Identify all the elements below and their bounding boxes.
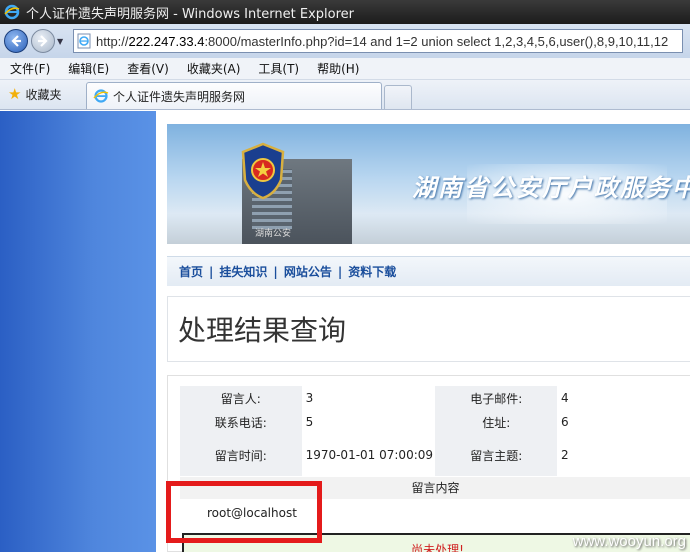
- nav-download-link[interactable]: 资料下载: [348, 263, 396, 280]
- favorites-button[interactable]: ★ 收藏夹: [0, 79, 80, 109]
- nav-separator: |: [273, 264, 278, 279]
- table-row: 联系电话: 5 住址: 6: [180, 410, 690, 434]
- page-title: 处理结果查询: [178, 314, 347, 347]
- left-margin: [156, 111, 166, 552]
- url-text: http://222.247.33.4:8000/masterInfo.php?…: [96, 33, 669, 49]
- forward-button[interactable]: [31, 29, 55, 53]
- status-text: 尚未处理!: [411, 543, 464, 552]
- label-phone: 联系电话:: [180, 410, 302, 434]
- page-icon: [77, 33, 91, 49]
- back-button[interactable]: [4, 29, 28, 53]
- page-viewport: 湖南公安 湖南省公安厅户政服务中 首页 | 挂失知识 | 网站公告 | 资料下载…: [0, 111, 690, 552]
- highlight-box: [166, 481, 322, 543]
- site-banner: 湖南公安 湖南省公安厅户政服务中: [167, 124, 690, 244]
- value-phone: 5: [305, 415, 314, 429]
- back-arrow-icon: [11, 35, 21, 47]
- nav-knowledge-link[interactable]: 挂失知识: [219, 263, 267, 280]
- label-email: 电子邮件:: [435, 386, 558, 410]
- label-subject: 留言主题:: [435, 434, 558, 476]
- favorites-label: 收藏夹: [25, 87, 62, 102]
- window-title: 个人证件遗失声明服务网 - Windows Internet Explorer: [26, 6, 354, 22]
- history-dropdown-icon[interactable]: ▼: [57, 37, 67, 46]
- menu-help[interactable]: 帮助(H): [317, 60, 359, 77]
- label-address: 住址:: [435, 410, 558, 434]
- value-poster: 3: [305, 391, 314, 405]
- menu-bar: 文件(F) 编辑(E) 查看(V) 收藏夹(A) 工具(T) 帮助(H): [0, 58, 690, 80]
- forward-arrow-icon: [38, 35, 48, 47]
- new-tab-button[interactable]: [384, 85, 412, 109]
- tab-bar: ★ 收藏夹 个人证件遗失声明服务网: [0, 80, 690, 110]
- tab-label: 个人证件遗失声明服务网: [113, 89, 246, 104]
- nav-announcement-link[interactable]: 网站公告: [284, 263, 332, 280]
- police-emblem-icon: [241, 142, 285, 200]
- browser-tab[interactable]: 个人证件遗失声明服务网: [86, 82, 382, 109]
- table-row: 留言人: 3 电子邮件: 4: [180, 386, 690, 410]
- menu-tools[interactable]: 工具(T): [258, 60, 299, 77]
- value-email: 4: [561, 391, 569, 405]
- site-nav: 首页 | 挂失知识 | 网站公告 | 资料下载: [167, 256, 690, 286]
- menu-file[interactable]: 文件(F): [10, 60, 50, 77]
- window-titlebar: 个人证件遗失声明服务网 - Windows Internet Explorer: [0, 0, 690, 24]
- heading-box: 处理结果查询: [167, 296, 690, 362]
- label-poster: 留言人:: [180, 386, 302, 410]
- left-background: [0, 111, 156, 552]
- nav-home-link[interactable]: 首页: [179, 263, 203, 280]
- building-sign: 湖南公安: [255, 229, 292, 239]
- menu-edit[interactable]: 编辑(E): [68, 60, 109, 77]
- value-subject: 2: [561, 448, 569, 462]
- label-time: 留言时间:: [180, 434, 302, 476]
- menu-view[interactable]: 查看(V): [127, 60, 169, 77]
- result-table: 留言人: 3 电子邮件: 4 联系电话: 5 住址: 6 留言时间: 1970-…: [180, 386, 690, 476]
- internet-explorer-icon: [93, 89, 109, 103]
- internet-explorer-icon: [4, 4, 20, 20]
- watermark: www.wooyun.org: [572, 533, 686, 550]
- menu-favorites[interactable]: 收藏夹(A): [187, 60, 241, 77]
- star-icon: ★: [8, 85, 22, 103]
- table-row: 留言时间: 1970-01-01 07:00:09 留言主题: 2: [180, 434, 690, 476]
- nav-separator: |: [337, 264, 343, 279]
- address-toolbar: ▼ http://222.247.33.4:8000/masterInfo.ph…: [0, 24, 690, 58]
- value-address: 6: [561, 415, 569, 429]
- banner-title: 湖南省公安厅户政服务中: [412, 173, 690, 202]
- nav-separator: |: [209, 264, 214, 279]
- address-input[interactable]: http://222.247.33.4:8000/masterInfo.php?…: [73, 29, 683, 53]
- value-time: 1970-01-01 07:00:09: [305, 448, 434, 462]
